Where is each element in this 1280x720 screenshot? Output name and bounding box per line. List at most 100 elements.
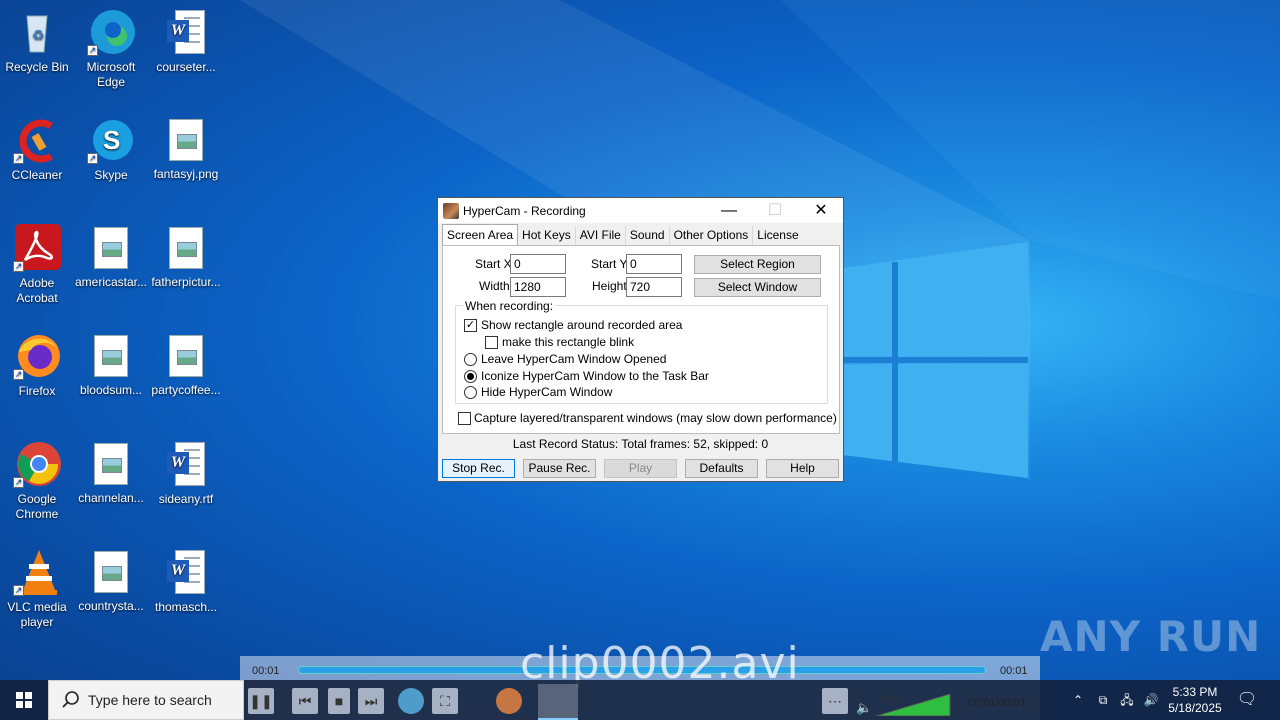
start-x-field[interactable]: 0: [510, 254, 566, 274]
desktop-icon-channelan[interactable]: channelan...: [73, 440, 149, 506]
network-icon[interactable]: 🖧: [1118, 680, 1136, 720]
image-file-icon: [94, 227, 128, 269]
desktop-icon-skype[interactable]: S ↗ Skype: [73, 116, 149, 183]
desktop-icon-firefox[interactable]: ↗ Firefox: [0, 332, 75, 399]
speaker-icon[interactable]: 🔈: [856, 700, 872, 716]
desktop-icon-fantasyj[interactable]: fantasyj.png: [148, 116, 224, 182]
desktop-icon-americastar[interactable]: americastar...: [73, 224, 149, 290]
pause-rec-button[interactable]: Pause Rec.: [523, 459, 596, 478]
desktop-icon-vlc[interactable]: ↗ VLC media player: [0, 548, 75, 630]
total-time: 00:01: [1000, 665, 1028, 677]
stop-icon[interactable]: ■: [328, 688, 350, 714]
desktop-icon-thomasch[interactable]: W thomasch...: [148, 548, 224, 615]
clock[interactable]: 5:33 PM 5/18/2025: [1164, 680, 1226, 720]
elapsed-time: 00:01: [252, 665, 280, 677]
search-icon: [62, 691, 79, 708]
fullscreen-icon[interactable]: ⛶: [432, 688, 458, 714]
windows-logo-icon: [16, 692, 32, 708]
taskbar: Type here to search: [0, 680, 1280, 720]
show-hidden-icons[interactable]: ⌃: [1070, 680, 1086, 720]
image-file-icon: [94, 335, 128, 377]
tab-screen-area[interactable]: Screen Area: [442, 224, 519, 245]
desktop-icon-ccleaner[interactable]: ↗ CCleaner: [0, 116, 75, 183]
tab-avi-file[interactable]: AVI File: [576, 226, 626, 245]
window-title: HyperCam - Recording: [463, 203, 586, 218]
desktop-icon-courseter[interactable]: W courseter...: [148, 8, 224, 75]
iconize-window-radio[interactable]: [464, 370, 477, 383]
hide-window-radio[interactable]: [464, 386, 477, 399]
image-file-icon: [94, 443, 128, 485]
shortcut-arrow-icon: ↗: [13, 585, 24, 596]
edge-icon: ↗: [87, 8, 135, 56]
next-icon[interactable]: ⏭: [358, 688, 384, 714]
minimize-button[interactable]: —: [706, 198, 752, 223]
recycle-bin-icon: ♻: [13, 8, 61, 56]
start-y-label: Start Y: [591, 257, 628, 271]
image-file-icon: [169, 335, 203, 377]
shortcut-arrow-icon: ↗: [13, 369, 24, 380]
notifications-icon[interactable]: 🗨: [1234, 680, 1260, 720]
tab-other-options[interactable]: Other Options: [670, 226, 754, 245]
show-rectangle-label: Show rectangle around recorded area: [481, 318, 683, 332]
clock-time: 5:33 PM: [1172, 685, 1218, 699]
height-field[interactable]: 720: [626, 277, 682, 297]
playlist-icon[interactable]: ⋯: [822, 688, 848, 714]
shortcut-arrow-icon: ↗: [87, 153, 98, 164]
previous-icon[interactable]: ⏮: [292, 688, 318, 714]
start-button[interactable]: [0, 680, 48, 720]
defaults-button[interactable]: Defaults: [685, 459, 758, 478]
play-button[interactable]: Play: [604, 459, 677, 478]
edge-taskbar-icon[interactable]: [398, 688, 424, 714]
desktop-icon-chrome[interactable]: ↗ Google Chrome: [0, 440, 75, 522]
ccleaner-icon: ↗: [13, 116, 61, 164]
volume-icon[interactable]: 🔊: [1142, 680, 1160, 720]
svg-text:S: S: [103, 125, 120, 155]
capture-layered-checkbox[interactable]: [458, 412, 471, 425]
desktop-icon-acrobat[interactable]: ↗ Adobe Acrobat: [0, 224, 75, 306]
image-file-icon: [94, 551, 128, 593]
shortcut-arrow-icon: ↗: [13, 153, 24, 164]
iconize-window-label: Iconize HyperCam Window to the Task Bar: [481, 369, 709, 383]
last-record-status: Last Record Status: Total frames: 52, sk…: [512, 437, 769, 451]
select-window-button[interactable]: Select Window: [694, 278, 821, 297]
tab-license[interactable]: License: [753, 226, 802, 245]
hypercam-taskbar-icon[interactable]: [538, 684, 578, 720]
title-bar[interactable]: HyperCam - Recording — ☐ ✕: [438, 198, 843, 223]
show-rectangle-checkbox[interactable]: ✓: [464, 319, 477, 332]
desktop-icon-fatherpictur[interactable]: fatherpictur...: [148, 224, 224, 290]
desktop-icon-countrysta[interactable]: countrysta...: [73, 548, 149, 614]
desktop-icon-bloodsum[interactable]: bloodsum...: [73, 332, 149, 398]
close-button[interactable]: ✕: [798, 198, 844, 223]
desktop-icon-partycoffee[interactable]: partycoffee...: [148, 332, 224, 398]
meet-now-icon[interactable]: ⧉: [1094, 680, 1112, 720]
tab-sound[interactable]: Sound: [626, 226, 670, 245]
screen-area-panel: Start X 0 Start Y 0 Select Region Width …: [442, 245, 840, 434]
leave-window-label: Leave HyperCam Window Opened: [481, 352, 667, 366]
acrobat-icon: ↗: [13, 224, 61, 272]
width-field[interactable]: 1280: [510, 277, 566, 297]
blink-checkbox[interactable]: [485, 336, 498, 349]
volume-slider[interactable]: [876, 694, 952, 716]
start-y-field[interactable]: 0: [626, 254, 682, 274]
help-button[interactable]: Help: [766, 459, 839, 478]
width-label: Width: [479, 279, 510, 293]
desktop-icon-recycle-bin[interactable]: ♻ Recycle Bin: [0, 8, 75, 75]
skype-icon: S ↗: [87, 116, 135, 164]
capture-layered-label: Capture layered/transparent windows (may…: [474, 411, 837, 425]
word-document-icon: W: [167, 442, 205, 486]
tab-hot-keys[interactable]: Hot Keys: [518, 226, 576, 245]
height-label: Height: [592, 279, 627, 293]
shortcut-arrow-icon: ↗: [13, 261, 24, 272]
firefox-taskbar-icon[interactable]: [496, 688, 522, 714]
desktop-icon-edge[interactable]: ↗ Microsoft Edge: [73, 8, 149, 90]
leave-window-radio[interactable]: [464, 353, 477, 366]
desktop-icon-sideany[interactable]: W sideany.rtf: [148, 440, 224, 507]
maximize-button[interactable]: ☐: [752, 198, 798, 223]
stop-rec-button[interactable]: Stop Rec.: [442, 459, 515, 478]
when-recording-label: When recording:: [463, 299, 556, 313]
pause-icon[interactable]: ❚❚: [248, 688, 274, 714]
word-document-icon: W: [167, 10, 205, 54]
select-region-button[interactable]: Select Region: [694, 255, 821, 274]
taskbar-search-box[interactable]: Type here to search: [48, 680, 244, 720]
blink-label: make this rectangle blink: [502, 335, 635, 349]
